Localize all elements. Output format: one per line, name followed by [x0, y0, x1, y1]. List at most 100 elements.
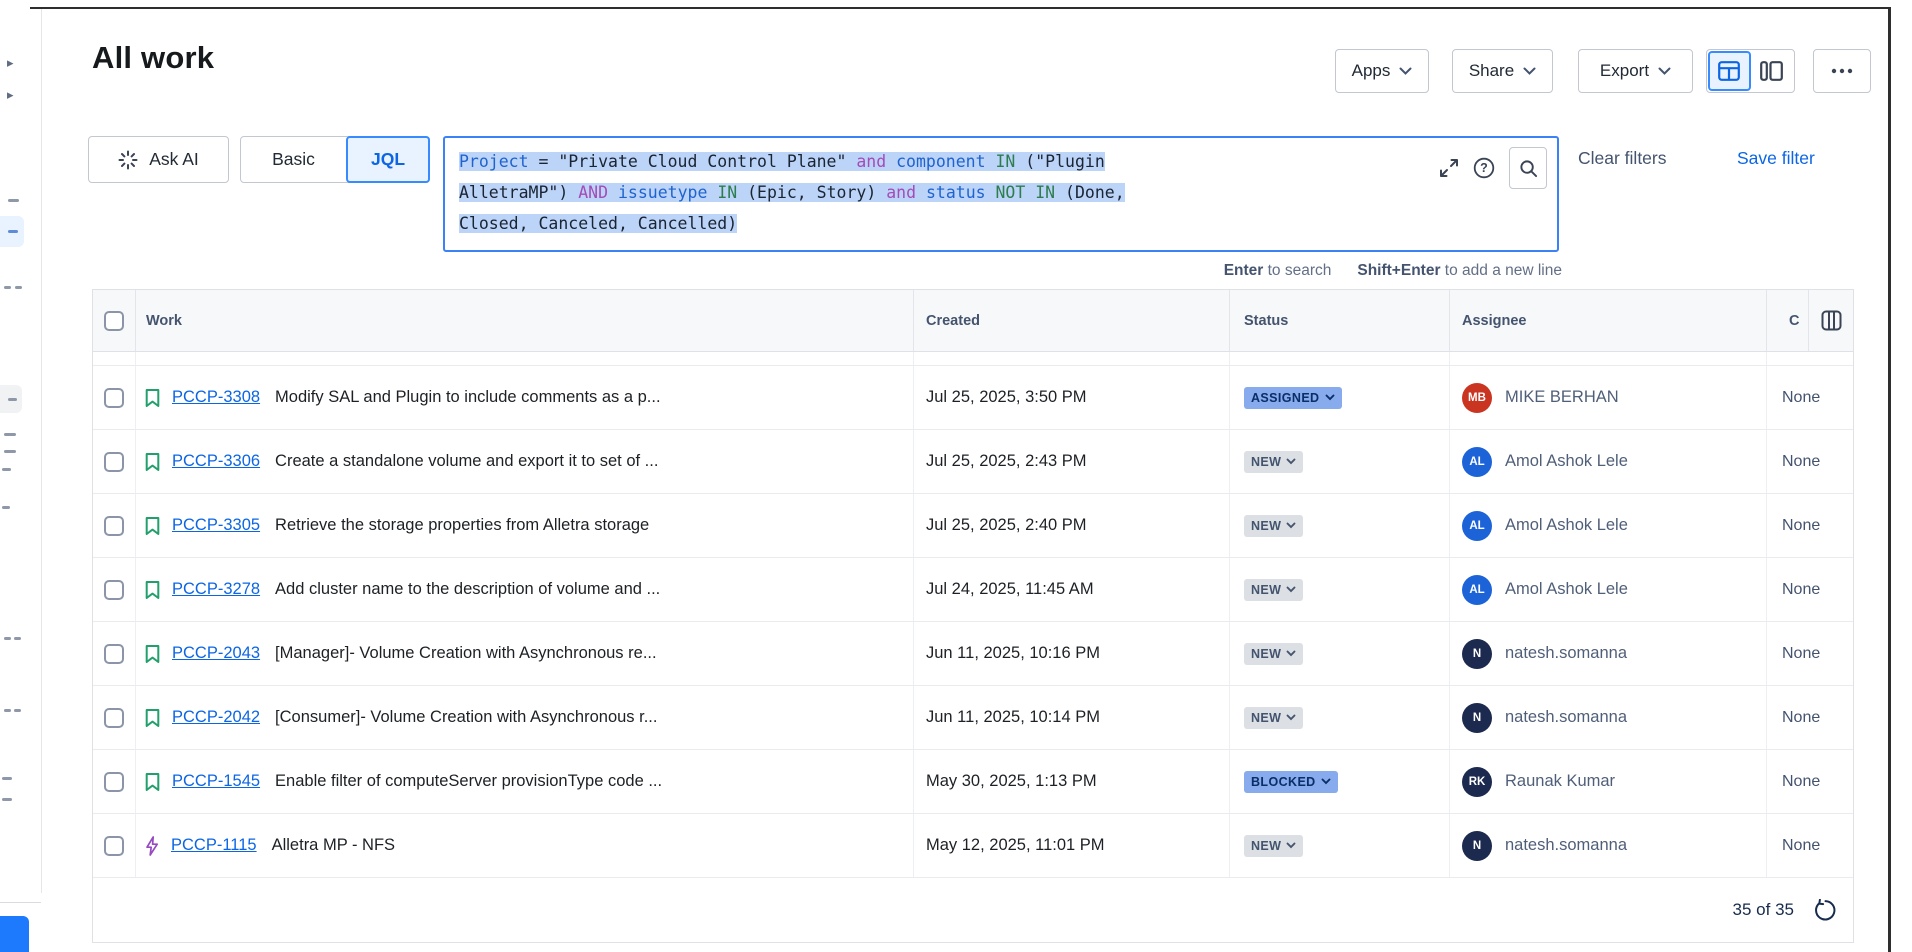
created-date: Jul 25, 2025, 3:50 PM [926, 388, 1087, 407]
apps-button[interactable]: Apps [1335, 49, 1429, 93]
jql-input-actions: ? [1439, 147, 1547, 189]
issue-key-link[interactable]: PCCP-1545 [172, 772, 260, 791]
manage-columns-button[interactable] [1808, 290, 1853, 351]
share-button-label: Share [1469, 61, 1514, 81]
row-checkbox[interactable] [104, 708, 124, 728]
status-label: NEW [1251, 455, 1281, 469]
apps-button-label: Apps [1352, 61, 1391, 81]
expand-editor-button[interactable] [1439, 158, 1459, 178]
row-checkbox[interactable] [104, 836, 124, 856]
ai-sparkle-icon [118, 150, 138, 170]
table-footer: 35 of 35 [93, 878, 1853, 942]
assignee-name: natesh.somanna [1505, 708, 1627, 727]
assignee-avatar[interactable]: N [1462, 703, 1492, 733]
status-badge[interactable]: NEW [1244, 579, 1303, 601]
select-all-checkbox[interactable] [104, 311, 124, 331]
row-checkbox[interactable] [104, 452, 124, 472]
syntax-help-button[interactable]: ? [1473, 157, 1495, 179]
hint-enter-key: Enter [1224, 262, 1264, 279]
expand-icon [1439, 158, 1459, 178]
jql-line: AlletraMP") AND issuetype IN (Epic, Stor… [459, 177, 1543, 208]
issue-key-link[interactable]: PCCP-1115 [171, 836, 257, 855]
save-filter-button[interactable]: Save filter [1737, 148, 1815, 169]
created-date: Jul 25, 2025, 2:43 PM [926, 452, 1087, 471]
issue-summary[interactable]: Alletra MP - NFS [272, 836, 395, 855]
assignee-avatar[interactable]: AL [1462, 447, 1492, 477]
assignee-name: Amol Ashok Lele [1505, 516, 1628, 535]
issue-key-link[interactable]: PCCP-3306 [172, 452, 260, 471]
sidebar-fragment [2, 777, 12, 780]
more-actions-button[interactable] [1813, 49, 1871, 93]
issue-summary[interactable]: [Consumer]- Volume Creation with Asynchr… [275, 708, 657, 727]
assignee-avatar[interactable]: N [1462, 831, 1492, 861]
table-row: PCCP-3305 Retrieve the storage properties… [93, 494, 1853, 558]
chevron-right-icon[interactable]: ▸ [7, 56, 14, 69]
jql-query-text: Project = "Private Cloud Control Plane" … [459, 146, 1543, 239]
column-header-assignee[interactable]: Assignee [1462, 313, 1526, 329]
basic-mode-tab[interactable]: Basic [241, 149, 346, 170]
sidebar-fragment [4, 637, 11, 640]
status-badge[interactable]: ASSIGNED [1244, 387, 1342, 409]
assignee-avatar[interactable]: N [1462, 639, 1492, 669]
issue-key-link[interactable]: PCCP-3278 [172, 580, 260, 599]
assignee-avatar[interactable]: AL [1462, 511, 1492, 541]
table-row: PCCP-3306 Create a standalone volume and … [93, 430, 1853, 494]
status-badge[interactable]: BLOCKED [1244, 771, 1338, 793]
issue-key-link[interactable]: PCCP-3308 [172, 388, 260, 407]
jql-mode-tab[interactable]: JQL [346, 136, 430, 183]
issue-key-link[interactable]: PCCP-2042 [172, 708, 260, 727]
chevron-down-icon [1399, 67, 1412, 75]
detail-view-toggle[interactable] [1751, 51, 1793, 91]
table-view-toggle[interactable] [1708, 51, 1751, 91]
status-badge[interactable]: NEW [1244, 707, 1303, 729]
created-date: Jul 24, 2025, 11:45 AM [926, 580, 1094, 599]
chevron-down-icon [1286, 522, 1296, 529]
issue-key-link[interactable]: PCCP-2043 [172, 644, 260, 663]
refresh-button[interactable] [1814, 899, 1837, 922]
issue-summary[interactable]: Create a standalone volume and export it… [275, 452, 658, 471]
row-checkbox[interactable] [104, 772, 124, 792]
work-items-table: Work Created Status Assignee C PCCP-3308… [92, 289, 1854, 943]
assignee-avatar[interactable]: AL [1462, 575, 1492, 605]
assignee-avatar[interactable]: RK [1462, 767, 1492, 797]
column-header-truncated[interactable]: C [1789, 313, 1799, 329]
sidebar-fragment [4, 450, 16, 453]
row-checkbox[interactable] [104, 516, 124, 536]
assignee-avatar[interactable]: MB [1462, 383, 1492, 413]
issue-key-link[interactable]: PCCP-3305 [172, 516, 260, 535]
issue-summary[interactable]: Retrieve the storage properties from All… [275, 516, 649, 535]
status-badge[interactable]: NEW [1244, 643, 1303, 665]
run-search-button[interactable] [1509, 147, 1547, 189]
ask-ai-button[interactable]: Ask AI [88, 136, 229, 183]
status-badge[interactable]: NEW [1244, 515, 1303, 537]
share-button[interactable]: Share [1452, 49, 1553, 93]
clear-filters-button[interactable]: Clear filters [1578, 148, 1667, 169]
issue-summary[interactable]: Add cluster name to the description of v… [275, 580, 660, 599]
sidebar-fragment [2, 798, 12, 801]
chevron-right-icon[interactable]: ▸ [7, 88, 14, 101]
column-header-status[interactable]: Status [1244, 313, 1288, 329]
search-hint: Enter to searchShift+Enter to add a new … [1000, 262, 1562, 280]
status-badge[interactable]: NEW [1244, 451, 1303, 473]
story-icon [144, 772, 161, 792]
sidebar-fragment [15, 286, 22, 289]
issue-summary[interactable]: Modify SAL and Plugin to include comment… [275, 388, 661, 407]
detail-view-icon [1760, 61, 1783, 81]
status-badge[interactable]: NEW [1244, 835, 1303, 857]
row-checkbox[interactable] [104, 644, 124, 664]
chevron-down-icon [1325, 394, 1335, 401]
row-checkbox[interactable] [104, 388, 124, 408]
issue-summary[interactable]: [Manager]- Volume Creation with Asynchro… [275, 644, 657, 663]
sidebar-fragment [2, 506, 10, 509]
export-button[interactable]: Export [1578, 49, 1693, 93]
ellipsis-icon [1831, 68, 1853, 74]
table-row: PCCP-2042 [Consumer]- Volume Creation wit… [93, 686, 1853, 750]
created-date: May 12, 2025, 11:01 PM [926, 836, 1105, 855]
jql-query-input[interactable]: Project = "Private Cloud Control Plane" … [443, 136, 1559, 252]
status-label: ASSIGNED [1251, 391, 1320, 405]
issue-summary[interactable]: Enable filter of computeServer provision… [275, 772, 662, 791]
column-header-work[interactable]: Work [146, 313, 182, 329]
hint-shift-text: to add a new line [1440, 262, 1562, 279]
row-checkbox[interactable] [104, 580, 124, 600]
column-header-created[interactable]: Created [926, 313, 980, 329]
